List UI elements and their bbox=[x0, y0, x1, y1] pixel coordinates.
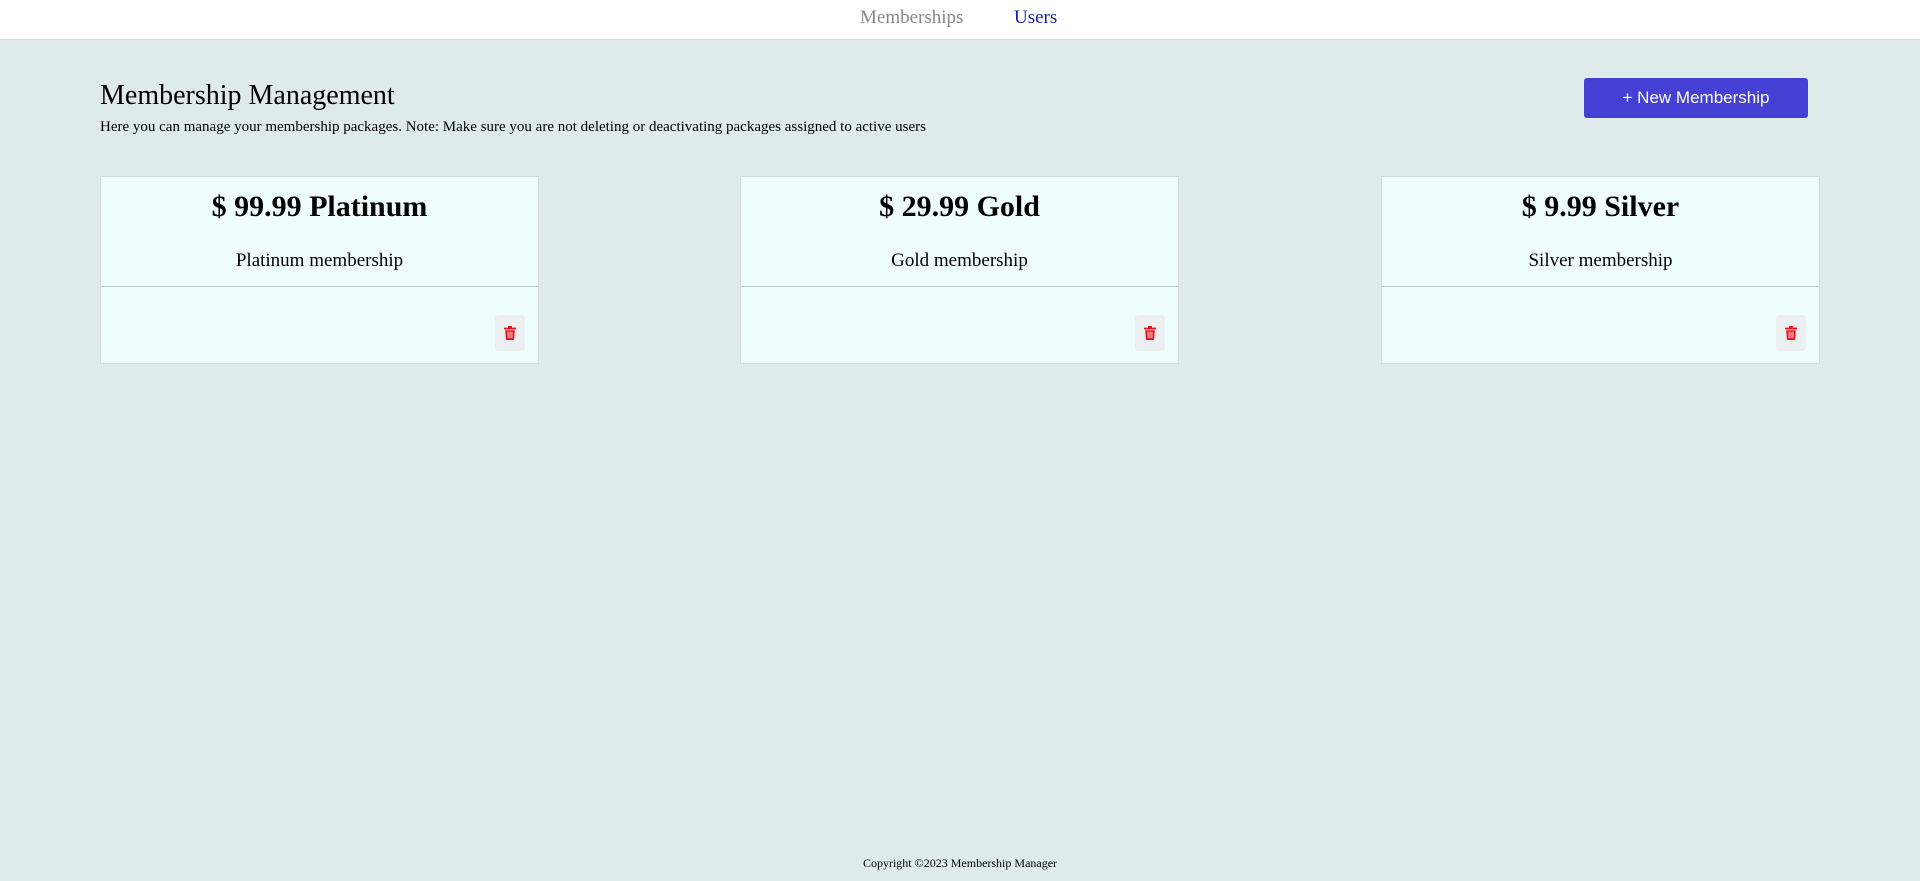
new-membership-button[interactable]: + New Membership bbox=[1584, 78, 1808, 118]
membership-description: Platinum membership bbox=[235, 250, 404, 271]
membership-description: Gold membership bbox=[891, 250, 1028, 271]
membership-price-title: $ 29.99 Gold bbox=[879, 190, 1040, 223]
card-header: $ 29.99 Gold Gold membership bbox=[741, 177, 1178, 287]
top-navigation: Memberships Users bbox=[0, 0, 1920, 40]
delete-membership-button[interactable] bbox=[1135, 315, 1165, 351]
membership-description: Silver membership bbox=[1528, 250, 1673, 271]
card-header: $ 9.99 Silver Silver membership bbox=[1382, 177, 1819, 287]
nav-link-memberships[interactable]: Memberships bbox=[860, 7, 963, 29]
membership-card-platinum: $ 99.99 Platinum Platinum membership bbox=[100, 176, 539, 364]
trash-icon bbox=[1785, 326, 1797, 340]
page-title: Membership Management bbox=[100, 80, 395, 111]
membership-card-silver: $ 9.99 Silver Silver membership bbox=[1381, 176, 1820, 364]
membership-price-title: $ 9.99 Silver bbox=[1521, 190, 1680, 223]
delete-membership-button[interactable] bbox=[1776, 315, 1806, 351]
nav-link-users[interactable]: Users bbox=[1014, 7, 1057, 29]
footer-copyright: Copyright ©2023 Membership Manager bbox=[862, 856, 1058, 870]
membership-card-gold: $ 29.99 Gold Gold membership bbox=[740, 176, 1179, 364]
page-description: Here you can manage your membership pack… bbox=[100, 119, 926, 135]
card-header: $ 99.99 Platinum Platinum membership bbox=[101, 177, 538, 287]
membership-price-title: $ 99.99 Platinum bbox=[211, 190, 428, 223]
trash-icon bbox=[1144, 326, 1156, 340]
delete-membership-button[interactable] bbox=[495, 315, 525, 351]
trash-icon bbox=[504, 326, 516, 340]
